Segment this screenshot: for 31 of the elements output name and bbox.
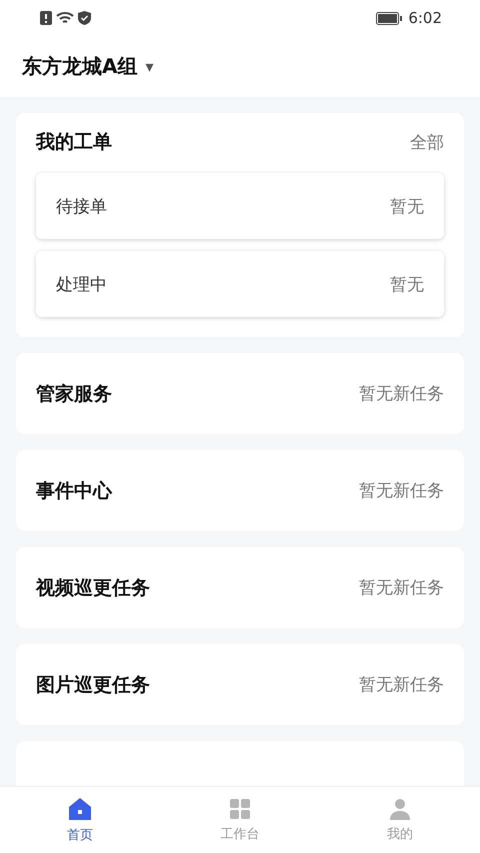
wifi-icon [56,11,74,25]
grid-icon [228,797,252,821]
card-title: 我的工单 [36,130,112,155]
section-title: 管家服务 [36,382,112,406]
all-link[interactable]: 全部 [410,130,444,154]
section-status: 暂无新任务 [359,480,444,502]
section-title: 图片巡更任务 [36,672,150,698]
order-status-row[interactable]: 处理中 暂无 [36,251,444,317]
section-title: 事件中心 [36,478,112,504]
person-icon [388,797,412,821]
battery-icon [376,12,402,24]
status-value: 暂无 [390,274,424,296]
section-status: 暂无新任务 [359,674,444,696]
section-status: 暂无新任务 [359,577,444,599]
section-card[interactable]: 事件中心 暂无新任务 [16,450,464,531]
nav-tab[interactable]: 首页 [0,787,160,853]
home-icon [67,796,93,822]
group-title[interactable]: 东方龙城A组 [22,53,138,80]
alert-icon [40,11,52,25]
section-title: 视频巡更任务 [36,576,150,600]
clock-time: 6:02 [408,9,442,27]
status-value: 暂无 [390,196,424,218]
order-status-row[interactable]: 待接单 暂无 [36,173,444,239]
section-card[interactable]: 图片巡更任务 暂无新任务 [16,644,464,725]
dropdown-caret[interactable]: ▾ [145,57,154,76]
section-card[interactable]: 管家服务 暂无新任务 [16,353,464,434]
section-status: 暂无新任务 [359,383,444,405]
status-label: 处理中 [56,274,107,296]
shield-icon [78,11,91,25]
section-card[interactable]: 视频巡更任务 暂无新任务 [16,547,464,628]
status-label: 待接单 [56,196,107,218]
